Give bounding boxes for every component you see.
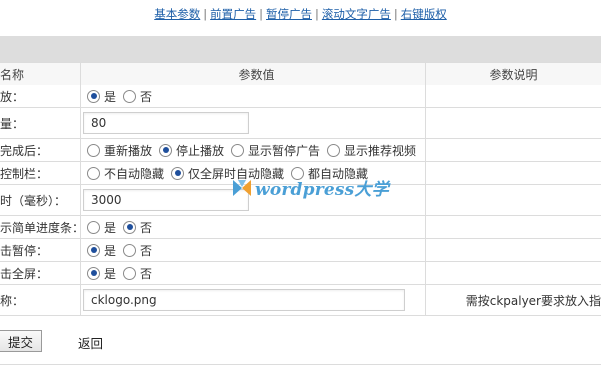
row-label: 称： [0, 293, 25, 308]
column-header-value: 参数值 [238, 67, 275, 82]
radio-button-selected[interactable] [87, 266, 100, 280]
top-navigation: 基本参数 | 前置广告 | 暂停广告 | 滚动文字广告 | 右键版权 [0, 0, 601, 30]
logo-filename-input[interactable]: cklogo.png [83, 289, 405, 311]
radio-group: 是 否 [81, 216, 428, 238]
nav-link-pause-ad[interactable]: 暂停广告 [266, 7, 312, 21]
radio-option[interactable]: 否 [121, 88, 154, 105]
row-label: 完成后： [0, 143, 49, 158]
radio-button-selected[interactable] [123, 220, 137, 234]
row-label: 量： [0, 116, 25, 131]
row-label: 击全屏： [0, 266, 49, 281]
radio-option[interactable]: 否 [121, 265, 154, 282]
table-header-row: 名称 参数值 参数说明 [0, 62, 601, 86]
nav-separator: | [203, 7, 208, 21]
radio-option[interactable]: 否 [121, 219, 154, 236]
row-label: 示简单进度条： [0, 220, 80, 235]
radio-button[interactable] [231, 143, 245, 157]
radio-option[interactable]: 显示暂停广告 [229, 142, 322, 159]
section-header-band [0, 36, 601, 62]
delay-ms-input[interactable]: 3000 [83, 189, 249, 211]
table-row: 放： 是 否 [0, 85, 601, 108]
table-row: 完成后： 重新播放 停止播放 显示暂停广告 显示推荐视频 [0, 139, 601, 162]
radio-group: 是 否 [81, 85, 428, 107]
radio-button[interactable] [87, 166, 100, 180]
nav-link-basic-params[interactable]: 基本参数 [154, 7, 200, 21]
radio-button[interactable] [87, 220, 100, 234]
volume-input[interactable]: 80 [83, 112, 249, 134]
radio-button-selected[interactable] [159, 143, 173, 157]
divider [0, 364, 601, 365]
radio-option[interactable]: 否 [121, 242, 154, 259]
settings-nav-bar: 基本参数 | 前置广告 | 暂停广告 | 滚动文字广告 | 右键版权 [0, 6, 601, 22]
column-header-name: 名称 [0, 67, 25, 82]
table-row: 量： 80 [0, 108, 601, 139]
radio-button[interactable] [123, 243, 137, 257]
radio-group: 是 否 [81, 239, 428, 261]
nav-separator: | [393, 7, 398, 21]
row-label: 控制栏： [0, 166, 49, 181]
radio-group: 是 否 [81, 262, 428, 284]
radio-button-selected[interactable] [87, 243, 100, 257]
radio-option[interactable]: 重新播放 [85, 142, 154, 159]
row-description: 需按ckpalyer要求放入指 [465, 293, 601, 308]
wordpress-watermark: wordpress大学 [232, 175, 389, 200]
radio-option[interactable]: 停止播放 [157, 142, 226, 159]
nav-link-copyright[interactable]: 右键版权 [401, 7, 447, 21]
watermark-text: wordpress大学 [255, 180, 389, 200]
radio-button-selected[interactable] [87, 89, 100, 103]
row-label: 放： [0, 89, 25, 104]
table-row: 击全屏： 是 否 [0, 262, 601, 285]
column-header-description: 参数说明 [489, 67, 538, 82]
radio-button[interactable] [123, 266, 137, 280]
back-link[interactable]: 返回 [78, 333, 103, 352]
radio-button[interactable] [87, 143, 100, 157]
radio-group: 重新播放 停止播放 显示暂停广告 显示推荐视频 [81, 139, 428, 161]
wordpress-logo-icon [233, 179, 251, 196]
radio-button[interactable] [327, 143, 341, 157]
table-row: 称： cklogo.png 需按ckpalyer要求放入指 [0, 285, 601, 316]
submit-button[interactable]: 提交 [0, 330, 42, 352]
row-label: 时（毫秒）： [0, 193, 67, 208]
radio-option[interactable]: 不自动隐藏 [85, 165, 166, 182]
radio-option[interactable]: 显示推荐视频 [325, 142, 418, 159]
table-row: 击暂停： 是 否 [0, 239, 601, 262]
radio-button[interactable] [123, 89, 137, 103]
radio-option[interactable]: 是 [85, 219, 118, 236]
radio-button-selected[interactable] [171, 166, 185, 180]
radio-option[interactable]: 是 [85, 265, 118, 282]
row-label: 击暂停： [0, 243, 49, 258]
nav-separator: | [315, 7, 319, 21]
radio-option[interactable]: 是 [85, 88, 118, 105]
nav-separator: | [259, 7, 263, 21]
radio-option[interactable]: 是 [85, 242, 118, 259]
nav-link-pre-roll-ad[interactable]: 前置广告 [210, 7, 256, 21]
nav-link-scrolling-text-ad[interactable]: 滚动文字广告 [322, 7, 391, 21]
table-row: 示简单进度条： 是 否 [0, 216, 601, 239]
